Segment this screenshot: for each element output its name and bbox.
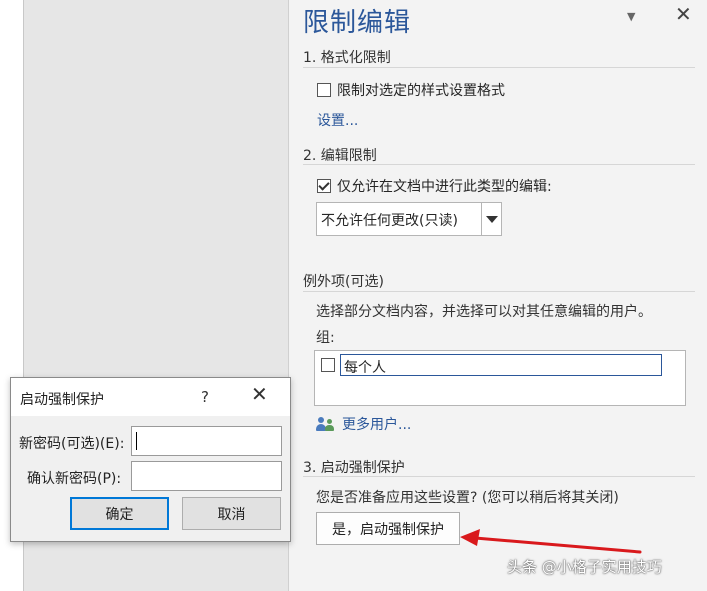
confirm-password-label: 确认新密码(P): (27, 471, 122, 487)
restrict-formatting-label: 限制对选定的样式设置格式 (337, 83, 505, 99)
watermark-text: 头条 @小格子实用技巧 (507, 558, 662, 576)
close-icon[interactable]: ✕ (251, 384, 268, 404)
start-enforcing-button[interactable]: 是，启动强制保护 (316, 512, 460, 545)
start-enforcement-dialog: 启动强制保护 ? ✕ 新密码(可选)(E): 确认新密码(P): 确定 取消 (10, 377, 291, 542)
editing-type-dropdown[interactable]: 不允许任何更改(只读) (316, 202, 502, 236)
restrict-formatting-checkbox[interactable] (317, 83, 331, 97)
formatting-settings-link[interactable]: 设置... (317, 110, 358, 130)
more-users-label[interactable]: 更多用户... (342, 414, 411, 434)
exceptions-description: 选择部分文档内容，并选择可以对其任意编辑的用户。 (316, 304, 652, 320)
users-icon (316, 416, 336, 432)
editing-restrictions-heading: 2. 编辑限制 (303, 148, 377, 164)
allow-editing-type-option[interactable]: 仅允许在文档中进行此类型的编辑: (317, 176, 552, 196)
text-cursor (136, 432, 137, 450)
confirm-password-field[interactable] (131, 461, 282, 491)
allow-editing-type-checkbox[interactable] (317, 179, 331, 193)
section-divider (303, 67, 695, 68)
restrict-formatting-option[interactable]: 限制对选定的样式设置格式 (317, 80, 505, 100)
new-password-label: 新密码(可选)(E): (19, 436, 125, 452)
exceptions-heading: 例外项(可选) (303, 274, 384, 290)
group-everyone-item[interactable]: 每个人 (340, 354, 662, 376)
editing-type-value: 不允许任何更改(只读) (321, 213, 458, 229)
enforcement-question: 您是否准备应用这些设置? (您可以稍后将其关闭) (316, 490, 619, 506)
help-icon[interactable]: ? (201, 388, 209, 406)
dialog-titlebar[interactable]: 启动强制保护 ? ✕ (11, 378, 290, 416)
section-divider (303, 164, 695, 165)
chevron-down-icon[interactable] (481, 203, 501, 235)
restrict-editing-pane: 限制编辑 ▼ ✕ 1. 格式化限制 限制对选定的样式设置格式 设置... 2. … (289, 0, 707, 591)
pane-title: 限制编辑 (303, 8, 412, 38)
section-divider (303, 291, 695, 292)
pane-close-icon[interactable]: ✕ (675, 4, 692, 24)
pane-options-icon[interactable]: ▼ (627, 10, 635, 23)
new-password-field[interactable] (131, 426, 282, 456)
groups-label: 组: (316, 330, 335, 346)
cancel-button[interactable]: 取消 (182, 497, 281, 530)
formatting-restrictions-heading: 1. 格式化限制 (303, 50, 391, 66)
section-divider (303, 476, 695, 477)
ok-button[interactable]: 确定 (70, 497, 169, 530)
groups-list: 每个人 (314, 350, 686, 406)
allow-editing-type-label: 仅允许在文档中进行此类型的编辑: (337, 179, 552, 195)
dialog-title: 启动强制保护 (20, 392, 104, 408)
start-enforcement-heading: 3. 启动强制保护 (303, 460, 405, 476)
group-everyone-checkbox[interactable] (321, 358, 335, 372)
more-users-link[interactable]: 更多用户... (316, 414, 411, 434)
